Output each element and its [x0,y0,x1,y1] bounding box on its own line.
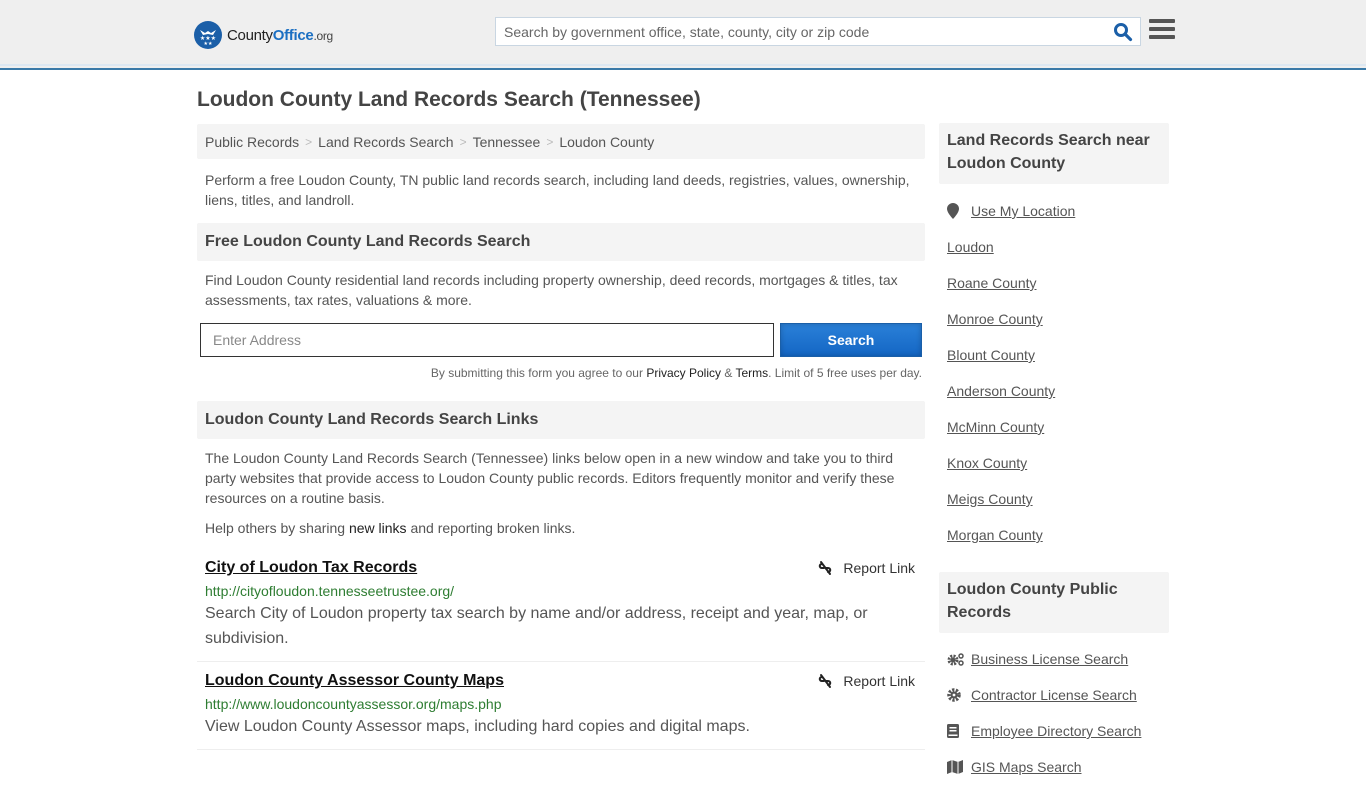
resource-link-item: Loudon County Assessor County Maps Repor… [197,662,925,750]
breadcrumb: Public Records > Land Records Search > T… [197,124,925,159]
eagle-stars-icon: ★★★ ★★ [194,21,222,49]
public-records-item: Business License Search [947,641,1161,677]
report-link-button[interactable]: Report Link [817,673,915,689]
resource-link-url: http://www.loudoncountyassessor.org/maps… [205,696,502,712]
broken-link-icon [819,561,832,575]
help-text: Help others by sharing new links and rep… [197,518,925,538]
resource-link-title[interactable]: City of Loudon Tax Records [205,558,417,578]
site-search-input[interactable] [496,18,1106,45]
nearby-heading: Land Records Search near Loudon County [939,123,1169,184]
main-content: Public Records > Land Records Search > T… [197,124,925,750]
site-logo[interactable]: ★★★ ★★ CountyOffice.org [194,21,333,49]
nearby-item: Monroe County [947,301,1161,337]
address-input[interactable] [200,323,774,357]
nearby-link-knox-county[interactable]: Knox County [947,455,1027,471]
map-icon [947,760,971,774]
nearby-item: Meigs County [947,481,1161,517]
nearby-link-meigs-county[interactable]: Meigs County [947,491,1033,507]
nearby-item: Anderson County [947,373,1161,409]
public-records-item: Contractor License Search [947,677,1161,713]
privacy-policy-link[interactable]: Privacy Policy [646,366,721,380]
nearby-item: Loudon [947,229,1161,265]
breadcrumb-separator-icon: > [305,134,313,149]
broken-link-icon [819,674,832,688]
breadcrumb-land-records-search[interactable]: Land Records Search [318,134,453,150]
book-icon [947,724,971,738]
free-search-heading: Free Loudon County Land Records Search [197,223,925,261]
sidebar: Land Records Search near Loudon County U… [939,123,1169,785]
nearby-link-monroe-county[interactable]: Monroe County [947,311,1043,327]
hamburger-menu-icon[interactable] [1149,19,1175,43]
address-search-button[interactable]: Search [780,323,922,357]
report-link-label: Report Link [843,673,915,689]
nearby-link-morgan-county[interactable]: Morgan County [947,527,1043,543]
gis-maps-search-link[interactable]: GIS Maps Search [971,759,1082,775]
help-text-before: Help others by sharing [205,520,349,536]
use-my-location-link[interactable]: Use My Location [971,203,1075,219]
gears-icon [947,652,971,666]
disclaimer-limit-text: . Limit of 5 free uses per day. [768,366,922,380]
nearby-link-loudon[interactable]: Loudon [947,239,994,255]
public-records-item: Employee Directory Search [947,713,1161,749]
resource-link-description: View Loudon County Assessor maps, includ… [205,718,750,735]
nearby-link-roane-county[interactable]: Roane County [947,275,1037,291]
nearby-link-mcminn-county[interactable]: McMinn County [947,419,1044,435]
nearby-item: McMinn County [947,409,1161,445]
resource-link-title[interactable]: Loudon County Assessor County Maps [205,671,504,691]
help-text-after: and reporting broken links. [406,520,576,536]
nearby-link-blount-county[interactable]: Blount County [947,347,1035,363]
report-link-label: Report Link [843,560,915,576]
address-search-form: Search [197,323,925,357]
breadcrumb-public-records[interactable]: Public Records [205,134,299,150]
business-license-search-link[interactable]: Business License Search [971,651,1128,667]
nearby-item: Knox County [947,445,1161,481]
terms-link[interactable]: Terms [735,366,768,380]
map-marker-icon [947,203,971,219]
employee-directory-search-link[interactable]: Employee Directory Search [971,723,1141,739]
use-my-location-item: Use My Location [947,193,1161,229]
breadcrumb-loudon-county[interactable]: Loudon County [559,134,654,150]
logo-text: CountyOffice.org [227,26,333,44]
resource-link-url: http://cityofloudon.tennesseetrustee.org… [205,583,455,599]
page-title: Loudon County Land Records Search (Tenne… [197,88,701,111]
nearby-item: Morgan County [947,517,1161,553]
new-links-link[interactable]: new links [349,520,407,536]
resource-link-description: Search City of Loudon property tax searc… [205,605,868,647]
resource-link-item: City of Loudon Tax Records Report Link h… [197,558,925,662]
svg-text:★★: ★★ [204,41,213,46]
breadcrumb-tennessee[interactable]: Tennessee [473,134,541,150]
nearby-item: Blount County [947,337,1161,373]
gear-icon [947,688,971,702]
form-disclaimer: By submitting this form you agree to our… [197,366,925,380]
nearby-item: Roane County [947,265,1161,301]
nearby-list: Use My Location Loudon Roane County Monr… [939,193,1169,553]
site-search-bar [495,17,1141,46]
top-bar: ★★★ ★★ CountyOffice.org [0,0,1366,70]
report-link-button[interactable]: Report Link [817,560,915,576]
public-records-item: GIS Maps Search [947,749,1161,785]
links-section-heading: Loudon County Land Records Search Links [197,401,925,439]
public-records-heading: Loudon County Public Records [939,572,1169,633]
breadcrumb-separator-icon: > [546,134,554,149]
contractor-license-search-link[interactable]: Contractor License Search [971,687,1137,703]
disclaimer-text: By submitting this form you agree to our [430,366,647,380]
links-section-description: The Loudon County Land Records Search (T… [205,450,895,506]
nearby-link-anderson-county[interactable]: Anderson County [947,383,1055,399]
disclaimer-amp: & [721,366,736,380]
breadcrumb-separator-icon: > [459,134,467,149]
intro-text: Perform a free Loudon County, TN public … [205,172,910,208]
public-records-list: Business License Search Contractor Licen… [939,641,1169,785]
free-search-description: Find Loudon County residential land reco… [205,272,898,308]
search-icon[interactable] [1106,18,1140,45]
